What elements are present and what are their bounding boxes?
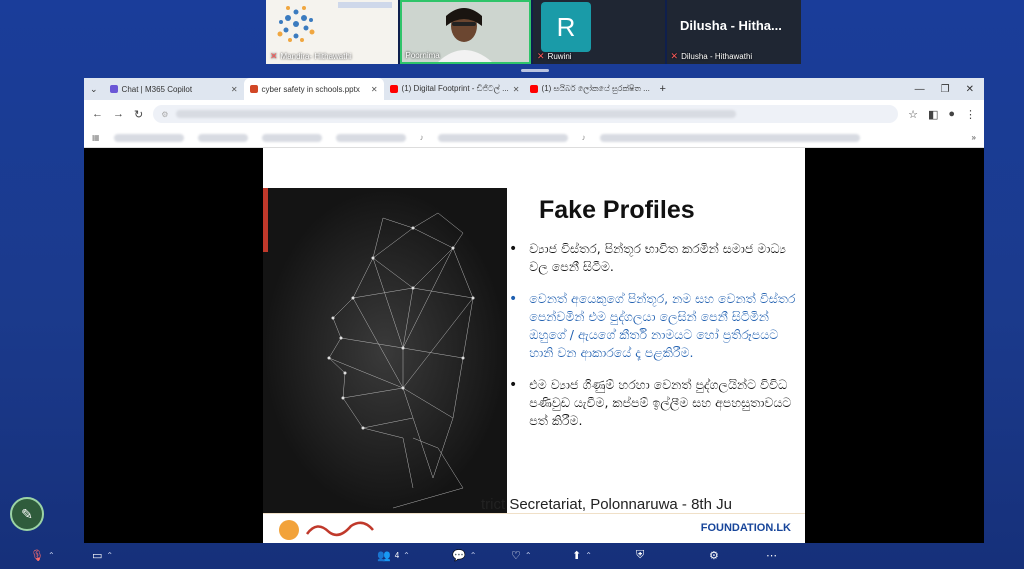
extensions-icon[interactable]: ◧: [928, 108, 938, 121]
camera-icon: ▭: [92, 550, 103, 562]
tiktok-icon[interactable]: ♪: [582, 133, 586, 142]
bullet-list: • ව්‍යාජ විස්තර, පින්තූර භාවිත කරමින් සම…: [509, 240, 799, 444]
mic-off-icon: ✕: [270, 51, 278, 61]
accent-strip: [263, 188, 268, 252]
reactions-button[interactable]: ♡ ⌃: [511, 549, 532, 562]
menu-icon[interactable]: ⋮: [965, 108, 976, 121]
close-window-icon[interactable]: ✕: [966, 84, 974, 95]
participant-display-name: Dilusha - Hitha...: [680, 18, 782, 33]
close-icon[interactable]: ✕: [513, 85, 520, 94]
hithawathi-logo: [279, 520, 374, 540]
slide-image: [263, 188, 507, 513]
participant-strip: ✕ Mandira- Hithawathi Poornima R ✕ Ruwin…: [266, 0, 801, 64]
more-bookmarks-icon[interactable]: »: [972, 133, 976, 142]
participant-tile[interactable]: ✕ Mandira- Hithawathi: [266, 0, 398, 64]
participant-name: ✕ Ruwini: [537, 51, 572, 61]
youtube-icon: [389, 85, 398, 93]
tab-powerpoint[interactable]: cyber safety in schools.pptx ✕: [243, 78, 384, 100]
close-icon[interactable]: ✕: [371, 85, 378, 94]
drag-handle[interactable]: [521, 69, 549, 72]
apps-icon[interactable]: ▦: [92, 133, 100, 142]
chevron-up-icon[interactable]: ⌃: [470, 551, 477, 560]
share-screen-button[interactable]: ⬆ ⌃: [572, 549, 592, 562]
bullet-icon: •: [509, 377, 518, 393]
bookmark-item[interactable]: [197, 133, 248, 142]
slide-footer: FOUNDATION.LK: [263, 513, 805, 543]
reload-icon[interactable]: ↻: [134, 108, 143, 121]
tab-copilot[interactable]: Chat | M365 Copilot ✕: [104, 78, 244, 100]
participants-icon: 👥: [377, 550, 391, 562]
camera-button[interactable]: ▭ ⌃: [92, 549, 113, 562]
participant-name: Poornima: [405, 51, 440, 60]
pen-icon: ✎: [21, 505, 33, 522]
profile-icon[interactable]: ●: [948, 108, 955, 120]
bookmark-item[interactable]: [261, 133, 322, 142]
back-icon[interactable]: ←: [92, 108, 103, 120]
site-info-icon: ⚙: [161, 109, 169, 119]
bullet-icon: •: [509, 241, 518, 257]
tab-youtube-2[interactable]: (1) සයිබර් ලෝකයේ සුරක්ෂිත ...: [524, 78, 654, 100]
url-text-redacted: [176, 110, 737, 118]
heart-icon: ♡: [511, 550, 521, 562]
caption-overlay: trict Secretariat, Polonnaruwa - 8th Ju: [481, 496, 732, 513]
participant-tile-active-speaker[interactable]: Poornima: [399, 0, 532, 64]
restore-icon[interactable]: ❐: [941, 84, 950, 95]
security-button[interactable]: ⛨: [636, 549, 644, 562]
slide-title: Fake Profiles: [539, 196, 695, 224]
chevron-up-icon[interactable]: ⌃: [48, 551, 55, 560]
chevron-up-icon[interactable]: ⌃: [403, 551, 410, 560]
settings-button[interactable]: ⚙: [709, 549, 719, 562]
new-tab-button[interactable]: +: [654, 83, 672, 95]
address-bar: ← → ↻ ⚙ ☆ ◧ ● ⋮: [84, 100, 984, 128]
chevron-up-icon[interactable]: ⌃: [525, 551, 532, 560]
mic-off-icon: ✕: [670, 51, 679, 61]
list-item: • එම ව්‍යාජ ගිණුම් හරහා වෙනත් පුද්ගලයින්…: [509, 377, 792, 428]
more-button[interactable]: ⋯: [766, 549, 777, 562]
mic-button[interactable]: 🎙 ⌃: [30, 549, 55, 562]
chat-icon: 💬: [452, 550, 466, 562]
mic-off-icon: 🎙: [30, 550, 44, 562]
list-item: • වෙනත් අයෙකුගේ පින්තූර, නම සහ වෙනත් විස…: [509, 291, 796, 360]
bookmark-item[interactable]: [437, 133, 568, 142]
youtube-icon: [529, 85, 538, 93]
more-icon: ⋯: [766, 550, 777, 562]
participants-button[interactable]: 👥 4 ⌃: [377, 549, 410, 562]
minimize-icon[interactable]: —: [915, 84, 925, 95]
bookmark-item[interactable]: [113, 133, 184, 142]
annotate-pen-button[interactable]: ✎: [10, 497, 44, 531]
tab-bar: ⌄ Chat | M365 Copilot ✕ cyber safety in …: [84, 78, 984, 100]
chevron-up-icon[interactable]: ⌃: [585, 551, 592, 560]
participant-tile[interactable]: R ✕ Ruwini: [533, 0, 665, 64]
tab-search-icon[interactable]: ⌄: [84, 84, 104, 95]
copilot-icon: [109, 85, 118, 93]
gear-icon: ⚙: [709, 550, 719, 562]
participant-name: ✕ Dilusha - Hithawathi: [670, 51, 753, 61]
shared-screen-browser: ⌄ Chat | M365 Copilot ✕ cyber safety in …: [84, 78, 984, 543]
list-item: • ව්‍යාජ විස්තර, පින්තූර භාවිත කරමින් සම…: [509, 241, 786, 274]
avatar: R: [541, 2, 592, 52]
participant-name: ✕ Mandira- Hithawathi: [270, 51, 352, 61]
url-input[interactable]: ⚙: [153, 105, 899, 123]
chat-button[interactable]: 💬 ⌃: [452, 549, 476, 562]
presentation-slide: Fake Profiles • ව්‍යාජ විස්තර, පින්තූර භ…: [263, 148, 805, 543]
share-screen-icon: ⬆: [572, 550, 582, 562]
wireframe-face-image: [327, 212, 475, 509]
shield-icon: ⛨: [636, 549, 645, 561]
powerpoint-icon: [249, 85, 258, 93]
close-icon[interactable]: ✕: [231, 85, 238, 94]
forward-icon[interactable]: →: [113, 108, 124, 120]
bookmarks-bar: ▦ ♪ ♪ »: [84, 128, 984, 148]
bullet-icon: •: [509, 291, 518, 307]
foundation-logo: FOUNDATION.LK: [700, 522, 791, 534]
bookmark-item[interactable]: [599, 133, 860, 142]
organization-logo: [277, 2, 392, 42]
mic-off-icon: ✕: [537, 51, 545, 61]
bookmark-item[interactable]: [335, 133, 406, 142]
meeting-toolbar: 🎙 ⌃ ▭ ⌃ 👥 4 ⌃ 💬 ⌃ ♡ ⌃ ⬆ ⌃ ⛨ ⚙ ⋯: [0, 545, 1024, 569]
tab-youtube-1[interactable]: (1) Digital Footprint - ඩිජිටල් ... ✕: [384, 78, 524, 100]
window-controls: — ❐ ✕: [915, 84, 984, 95]
star-icon[interactable]: ☆: [908, 108, 918, 121]
tiktok-icon[interactable]: ♪: [420, 133, 424, 142]
chevron-up-icon[interactable]: ⌃: [106, 551, 113, 560]
